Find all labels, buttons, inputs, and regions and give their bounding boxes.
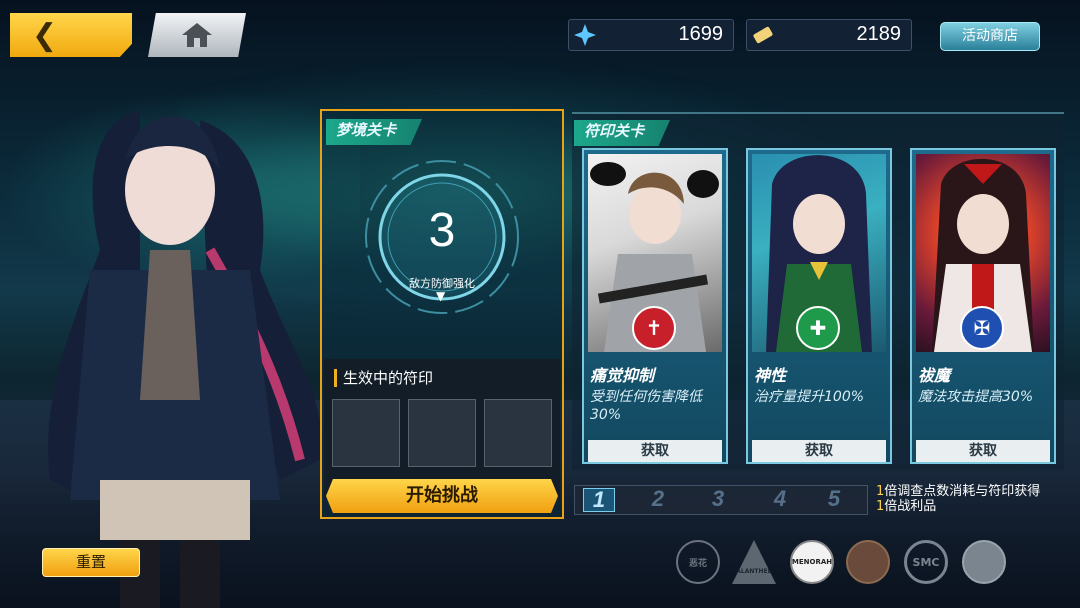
crystal-currency: 1699 [568, 19, 734, 51]
reset-button[interactable]: 重置 [42, 548, 140, 577]
home-icon [182, 23, 212, 47]
rune-page-selector: 1 2 3 4 5 [574, 485, 868, 515]
ticket-count: 2189 [856, 23, 902, 45]
note-line-1: 倍调查点数消耗与符印获得 [884, 484, 1041, 499]
rune-card-divinity[interactable]: ✚ 神性 治疗量提升100% 获取 [746, 148, 892, 464]
exorcism-icon: ✠ [960, 306, 1004, 350]
ticket-icon [753, 26, 773, 44]
rune-card-pain-suppression[interactable]: ✝ 痛觉抑制 受到任何伤害降低30% 获取 [582, 148, 728, 464]
crest-logo-icon[interactable] [846, 540, 890, 584]
dream-level-number: 3 [428, 204, 456, 257]
rune-card-desc: 治疗量提升100% [754, 389, 865, 405]
rune-stage-tab: 符印关卡 [574, 120, 671, 146]
page-2-button[interactable]: 2 [643, 488, 673, 510]
rune-stage-panel: 符印关卡 ✝ 痛觉抑制 受到任何伤害降低30% 获取 ✚ 神性 治疗量提升100… [572, 112, 1064, 470]
event-shop-button[interactable]: 活动商店 [940, 22, 1040, 51]
multiplier-note: 1倍调查点数消耗与符印获得 1倍战利品 [876, 484, 1076, 514]
note-line-2: 倍战利品 [884, 499, 937, 514]
faction-logos: 恶花 PALANTHEEL MENORAH SMC [676, 540, 1016, 586]
character-illustration [48, 110, 322, 608]
hat-logo-icon[interactable] [962, 540, 1006, 584]
rune-card-desc: 魔法攻击提高30% [918, 389, 1034, 405]
rune-card-desc: 受到任何伤害降低30% [590, 389, 702, 423]
get-rune-button[interactable]: 获取 [588, 440, 722, 462]
crystal-count: 1699 [678, 23, 724, 45]
page-5-button[interactable]: 5 [819, 488, 849, 510]
triangle-logo-icon[interactable]: PALANTHEEL [732, 540, 776, 584]
rune-slot-3[interactable] [484, 399, 552, 467]
rune-slot-2[interactable] [408, 399, 476, 467]
active-runes-section: 生效中的符印 [324, 359, 560, 499]
cross-shield-icon: ✝ [632, 306, 676, 350]
dream-stage-panel: 梦境关卡 3 敌方防御强化 ▼ 生效中的符印 开始挑战 [320, 109, 564, 519]
active-runes-title: 生效中的符印 [334, 369, 433, 387]
flower-sigil-icon[interactable]: 恶花 [676, 540, 720, 584]
page-4-button[interactable]: 4 [765, 488, 795, 510]
rune-card-name: 痛觉抑制 [590, 366, 655, 385]
page-3-button[interactable]: 3 [703, 488, 733, 510]
rune-card-exorcism[interactable]: ✠ 祓魔 魔法攻击提高30% 获取 [910, 148, 1056, 464]
get-rune-button[interactable]: 获取 [752, 440, 886, 462]
crystal-icon [574, 24, 596, 46]
chevron-left-icon: ❮ [32, 18, 58, 53]
get-rune-button[interactable]: 获取 [916, 440, 1050, 462]
holy-cross-icon: ✚ [796, 306, 840, 350]
rune-card-name: 神性 [754, 366, 787, 385]
start-challenge-button[interactable]: 开始挑战 [326, 479, 558, 513]
home-button[interactable] [148, 13, 246, 57]
ticket-currency: 2189 [746, 19, 912, 51]
triangle-down-icon: ▼ [436, 289, 446, 303]
menorah-logo-icon[interactable]: MENORAH [790, 540, 834, 584]
rune-slot-1[interactable] [332, 399, 400, 467]
dream-stage-tab: 梦境关卡 [326, 119, 423, 145]
smc-logo-icon[interactable]: SMC [904, 540, 948, 584]
rune-card-name: 祓魔 [918, 366, 951, 385]
page-1-button[interactable]: 1 [583, 488, 615, 512]
back-button[interactable]: ❮ [10, 13, 132, 57]
